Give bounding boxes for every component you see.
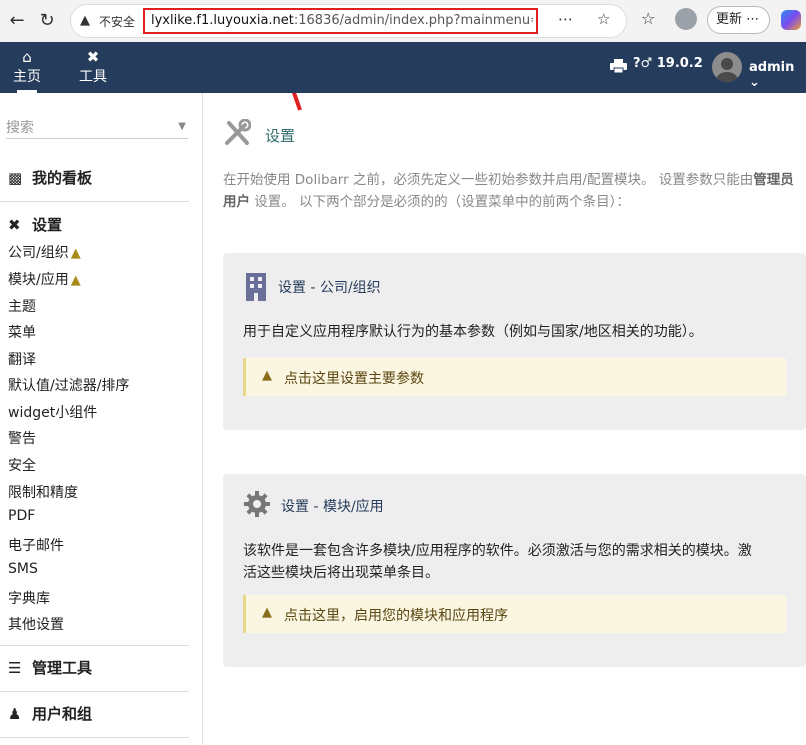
- modules-setup-link[interactable]: 点击这里，启用您的模块和应用程序: [284, 605, 508, 625]
- search-select[interactable]: 搜索 ▼: [6, 117, 188, 139]
- sidebar-item-pdf[interactable]: PDF: [8, 508, 35, 524]
- divider: [0, 691, 189, 692]
- version-label: 19.0.2: [656, 56, 703, 71]
- sidebar-item-label: 公司/组织: [8, 245, 69, 261]
- sidebar-admin-tools[interactable]: ☰ 管理工具: [8, 657, 92, 678]
- copilot-icon[interactable]: [781, 10, 801, 30]
- company-setup-link[interactable]: 点击这里设置主要参数: [284, 368, 424, 388]
- url-highlight-box: lyxlike.f1.luyouxia.net:16836/admin/inde…: [143, 8, 538, 34]
- card-modules-title[interactable]: 设置 - 模块/应用: [281, 496, 384, 516]
- divider: [0, 645, 189, 646]
- card-company-text: 用于自定义应用程序默认行为的基本参数（例如与国家/地区相关的功能）。: [243, 324, 703, 340]
- reload-icon[interactable]: ↻: [34, 8, 60, 34]
- sidebar-item-sms[interactable]: SMS: [8, 561, 38, 577]
- card-modules-text-line-1: 该软件是一套包含许多模块/应用程序的软件。必须激活与您的需求相关的模块。激: [243, 543, 752, 559]
- update-button[interactable]: 更新 ⋯: [707, 6, 770, 34]
- sidebar-setup-label: 设置: [32, 216, 63, 234]
- warning-icon: ▲: [70, 246, 81, 261]
- card-company-title[interactable]: 设置 - 公司/组织: [278, 277, 381, 297]
- card-modules-text: 该软件是一套包含许多模块/应用程序的软件。必须激活与您的需求相关的模块。激 活这…: [243, 540, 752, 584]
- sidebar: 搜索 ▼ ▩ 我的看板 ✖ 设置 公司/组织 ▲ 模块/应用 ▲ 主题 菜单 翻译 默认…: [0, 93, 203, 745]
- sidebar-admin-tools-label: 管理工具: [32, 659, 93, 677]
- tools-icon: ✖: [86, 48, 100, 66]
- sidebar-item-translation[interactable]: 翻译: [8, 349, 36, 369]
- sidebar-item-alerts[interactable]: 警告: [8, 428, 36, 448]
- intro-text: 在开始使用 Dolibarr 之前，必须先定义一些初始参数并启用/配置模块。 设…: [223, 169, 798, 213]
- version-info[interactable]: ?♂ 19.0.2: [633, 56, 703, 71]
- page-title: 设置: [265, 127, 296, 145]
- warning-icon: ▲: [70, 273, 81, 288]
- help-gender-icon: ?♂: [633, 56, 653, 71]
- profile-avatar[interactable]: [675, 8, 697, 30]
- sidebar-dashboard-label: 我的看板: [32, 169, 93, 187]
- menu-tools-label: 工具: [79, 69, 107, 85]
- card-modules-text-line-2: 活这些模块后将出现菜单条目。: [243, 565, 439, 581]
- user-avatar[interactable]: [712, 52, 742, 82]
- back-icon[interactable]: ←: [4, 8, 30, 34]
- chevron-down-icon: ⌄: [749, 75, 760, 90]
- tools-icon: ✖: [8, 216, 21, 234]
- update-label: 更新: [716, 12, 743, 27]
- sidebar-setup[interactable]: ✖ 设置: [8, 214, 62, 235]
- menu-home[interactable]: ⌂ 主页: [2, 48, 52, 93]
- warning-icon: ▲: [80, 13, 90, 28]
- url-path: :16836/admin/index.php?mainmenu=ho...: [293, 13, 533, 28]
- intro-part-2: 设置。 以下两个部分是必须的的（设置菜单中的前两个条目）：: [250, 194, 630, 210]
- sidebar-item-widgets[interactable]: widget小组件: [8, 402, 97, 422]
- divider: [0, 737, 189, 738]
- sidebar-item-label: 模块/应用: [8, 272, 69, 288]
- favorites-icon[interactable]: ☆: [641, 9, 655, 28]
- card-modules-setup: 设置 - 模块/应用 该软件是一套包含许多模块/应用程序的软件。必须激活与您的需…: [223, 474, 806, 667]
- divider: [0, 201, 189, 202]
- tools-icon: [225, 119, 251, 145]
- intro-part-1: 在开始使用 Dolibarr 之前，必须先定义一些初始参数并启用/配置模块。 设…: [223, 172, 754, 188]
- sidebar-item-theme[interactable]: 主题: [8, 296, 36, 316]
- sidebar-item-modules[interactable]: 模块/应用 ▲: [8, 269, 81, 289]
- user-menu[interactable]: admin ⌄: [749, 60, 806, 90]
- sidebar-users-groups[interactable]: ♟ 用户和组: [8, 703, 92, 724]
- building-icon: [246, 273, 266, 301]
- server-icon: ☰: [8, 659, 22, 677]
- url-host: lyxlike.f1.luyouxia.net: [151, 13, 294, 28]
- search-placeholder: 搜索: [6, 120, 34, 136]
- insecure-label: 不安全: [99, 15, 136, 29]
- home-icon: ⌂: [22, 48, 32, 66]
- sidebar-item-menus[interactable]: 菜单: [8, 322, 36, 342]
- favorite-star-icon[interactable]: ☆: [597, 10, 610, 28]
- card-company-setup: 设置 - 公司/组织 用于自定义应用程序默认行为的基本参数（例如与国家/地区相关…: [223, 253, 806, 430]
- modules-setup-notice[interactable]: ▲ 点击这里，启用您的模块和应用程序: [243, 595, 786, 633]
- sidebar-users-groups-label: 用户和组: [32, 705, 93, 723]
- address-bar[interactable]: ▲ 不安全 lyxlike.f1.luyouxia.net:16836/admi…: [70, 4, 627, 38]
- menu-home-label: 主页: [13, 69, 41, 85]
- sidebar-item-dictionaries[interactable]: 字典库: [8, 588, 50, 608]
- app-topbar: ⌂ 主页 ✖ 工具 ?♂ 19.0.2 admin ⌄: [0, 42, 806, 93]
- sidebar-item-company[interactable]: 公司/组织 ▲: [8, 242, 81, 262]
- sidebar-item-limits[interactable]: 限制和精度: [8, 482, 78, 502]
- more-icon[interactable]: ⋯: [558, 10, 573, 28]
- menu-tools[interactable]: ✖ 工具: [68, 48, 118, 86]
- chart-icon: ▩: [8, 169, 23, 187]
- caret-down-icon: ▼: [178, 121, 186, 132]
- url-text[interactable]: lyxlike.f1.luyouxia.net:16836/admin/inde…: [151, 13, 533, 28]
- sidebar-dashboard[interactable]: ▩ 我的看板: [8, 167, 92, 188]
- warning-icon: ▲: [262, 368, 272, 383]
- main-content: 设置 在开始使用 Dolibarr 之前，必须先定义一些初始参数并启用/配置模块…: [203, 93, 806, 745]
- sidebar-item-other[interactable]: 其他设置: [8, 614, 64, 634]
- sidebar-item-defaults[interactable]: 默认值/过滤器/排序: [8, 375, 129, 395]
- warning-icon: ▲: [262, 605, 272, 620]
- user-icon: ♟: [8, 705, 22, 723]
- user-name: admin: [749, 60, 795, 75]
- sidebar-item-email[interactable]: 电子邮件: [8, 535, 64, 555]
- sidebar-item-security[interactable]: 安全: [8, 455, 36, 475]
- print-icon[interactable]: [610, 59, 627, 73]
- company-setup-notice[interactable]: ▲ 点击这里设置主要参数: [243, 358, 786, 396]
- browser-toolbar: ← ↻ ▲ 不安全 lyxlike.f1.luyouxia.net:16836/…: [0, 0, 806, 42]
- gear-icon: [244, 491, 270, 517]
